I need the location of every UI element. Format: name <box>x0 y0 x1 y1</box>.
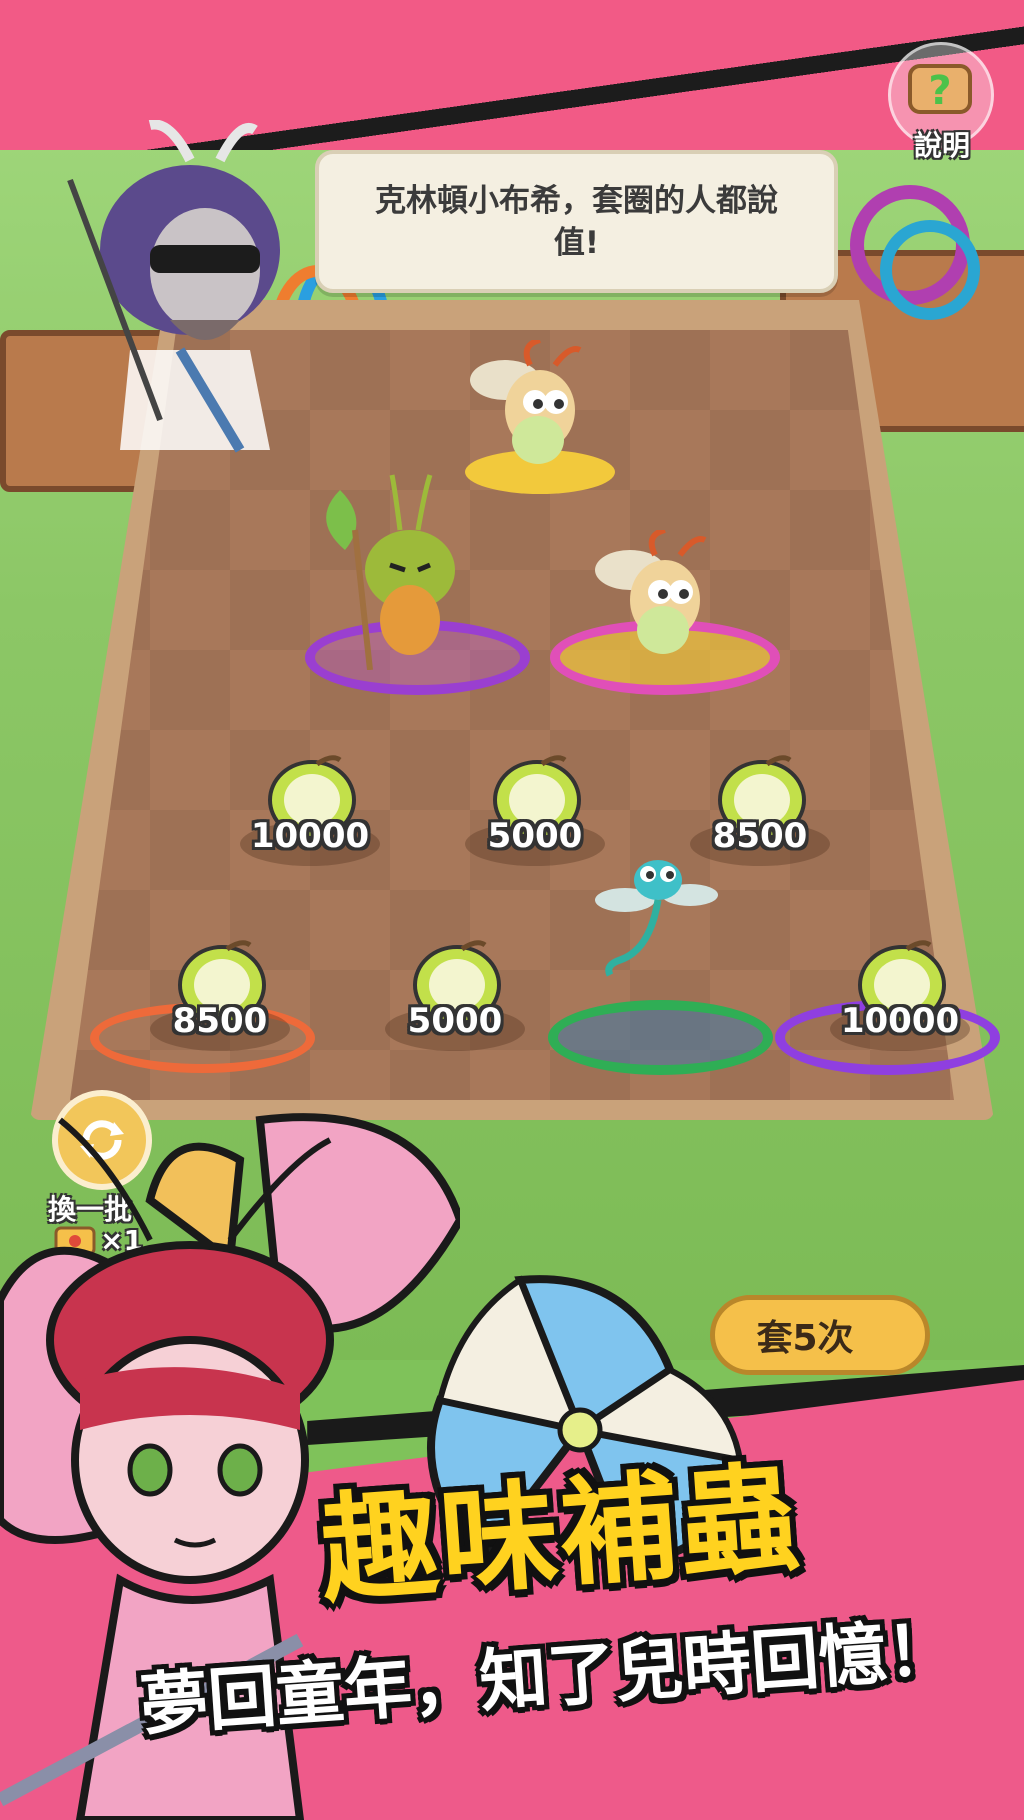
svg-text:?: ? <box>928 68 951 114</box>
cicada-bug-right[interactable] <box>585 530 735 670</box>
throw-button-label: 套5次 <box>756 1318 854 1359</box>
apple-reward-value: 8500 <box>172 1001 268 1041</box>
grasshopper-bug[interactable] <box>300 470 470 670</box>
help-button-label: 說明 <box>913 129 970 162</box>
crate-ring-pile-2 <box>880 220 980 320</box>
apple-slot[interactable]: 5000 <box>465 750 605 870</box>
scroll-question-icon: ? <box>908 64 972 114</box>
apple-reward-value: 10000 <box>840 1001 960 1041</box>
ring-green <box>548 1000 773 1075</box>
apple-slot[interactable]: 10000 <box>240 750 380 870</box>
help-button[interactable]: ? 說明 <box>888 42 996 162</box>
npc-dialogue-text: 克林頓小布希，套圈的人都說值! <box>375 182 778 261</box>
apple-reward-value: 10000 <box>250 816 370 856</box>
dragonfly-bug[interactable] <box>590 850 720 1000</box>
apple-slot[interactable]: 5000 <box>385 935 525 1055</box>
npc-merchant-beetle <box>67 120 280 453</box>
npc-speech-bubble: 克林頓小布希，套圈的人都說值! <box>315 150 838 293</box>
apple-slot[interactable]: 10000 <box>830 935 970 1055</box>
cicada-bug-top[interactable] <box>460 340 610 480</box>
apple-reward-value: 5000 <box>407 1001 503 1041</box>
apple-slot[interactable]: 8500 <box>150 935 290 1055</box>
